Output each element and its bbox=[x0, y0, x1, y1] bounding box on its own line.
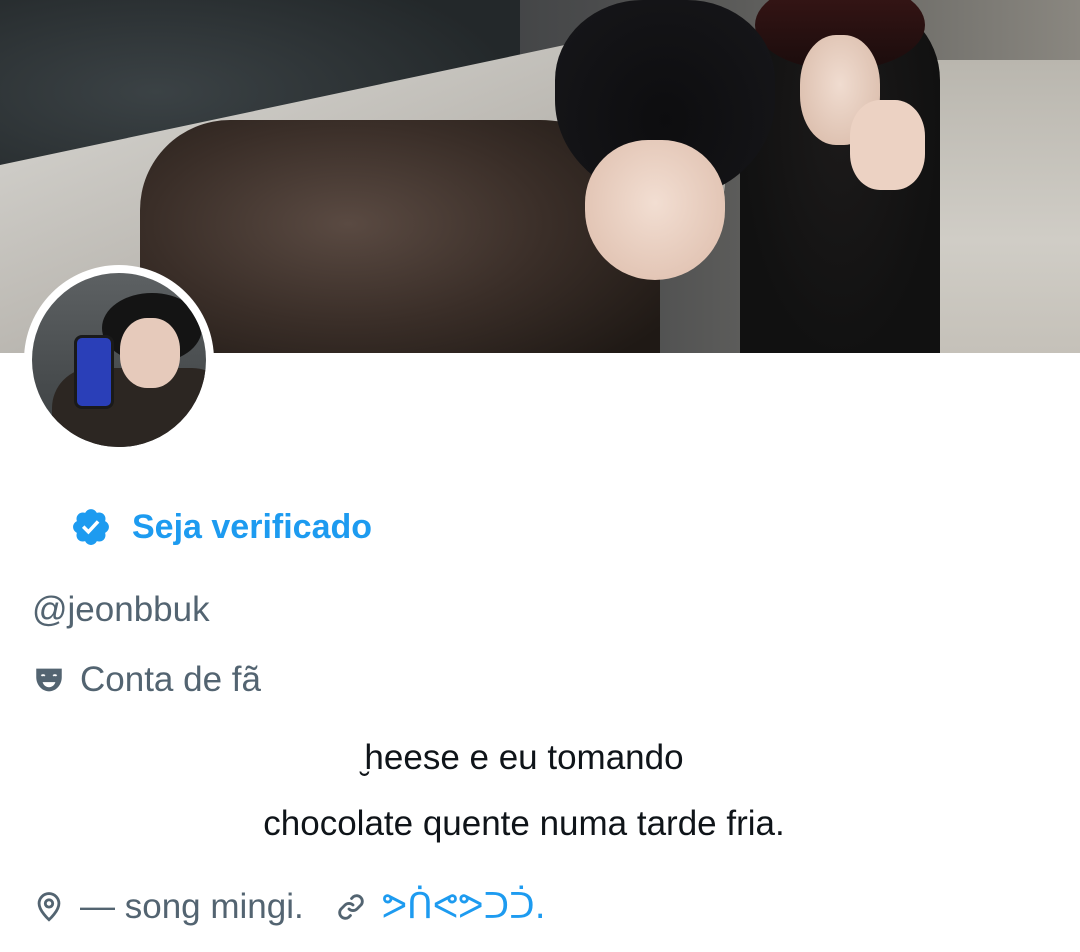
avatar-phone bbox=[74, 335, 114, 409]
avatar-face bbox=[120, 318, 180, 388]
location-pin-icon bbox=[37, 892, 61, 922]
theater-mask-icon bbox=[36, 668, 62, 692]
professional-category: Conta de fã bbox=[32, 660, 261, 700]
avatar-image bbox=[32, 273, 206, 447]
bio-line-2: chocolate quente numa tarde fria. bbox=[263, 804, 785, 843]
get-verified-button[interactable]: Seja verificado bbox=[70, 506, 372, 548]
banner-face-left bbox=[585, 140, 725, 280]
category-label: Conta de fã bbox=[80, 660, 261, 699]
location-text: — song mingi. bbox=[80, 887, 304, 926]
bio-line-1: ̮heese e eu tomando bbox=[364, 738, 684, 777]
link-icon bbox=[337, 894, 364, 920]
avatar[interactable] bbox=[24, 265, 214, 455]
username-handle: @jeonbbuk bbox=[32, 590, 210, 629]
profile-link[interactable]: ᕗᑏᕙᕗᑐᑑ. bbox=[382, 887, 546, 927]
verify-label: Seja verificado bbox=[132, 507, 373, 546]
profile-meta: — song mingi. ᕗᑏᕙᕗᑐᑑ. bbox=[32, 882, 546, 932]
verified-badge-icon bbox=[73, 509, 109, 545]
banner-hand-right bbox=[850, 100, 925, 190]
